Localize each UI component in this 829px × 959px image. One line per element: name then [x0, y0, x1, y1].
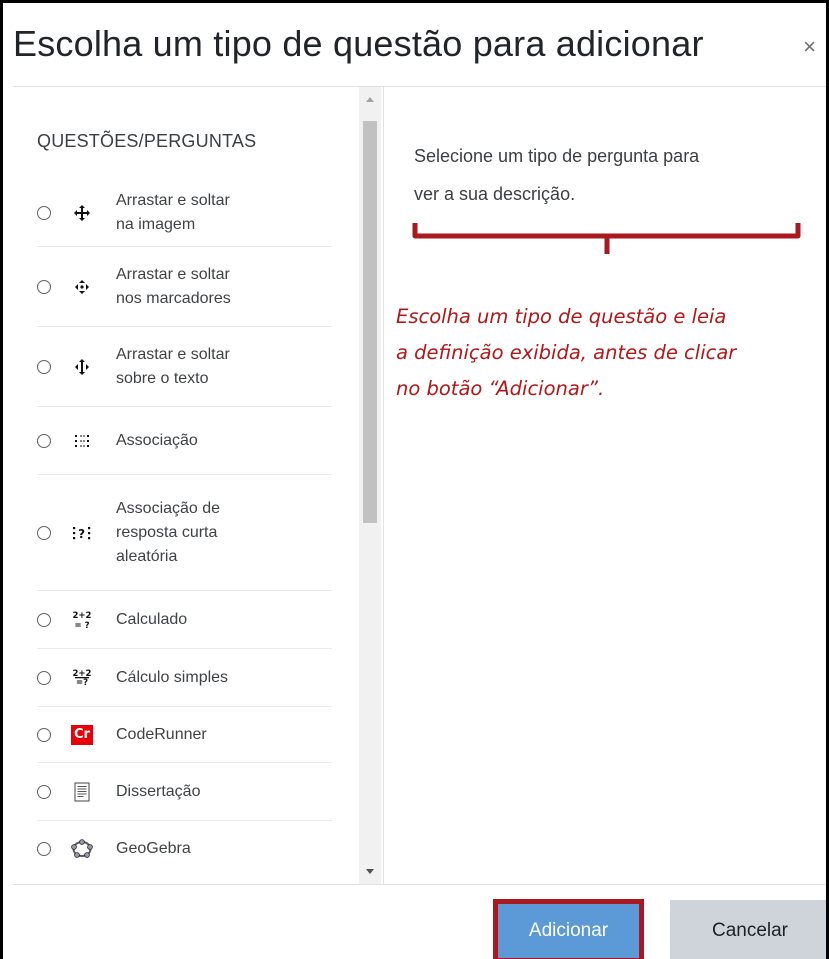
brace-annotation: [412, 223, 801, 254]
svg-text:= ?: = ?: [74, 621, 89, 631]
description-text: Selecione um tipo de pergunta para ver a…: [414, 146, 700, 204]
section-title: QUESTÕES/PERGUNTAS: [37, 131, 257, 151]
svg-text:2+2: 2+2: [73, 611, 92, 621]
radio-button[interactable]: [37, 612, 51, 627]
scrollbar-thumb[interactable]: [363, 121, 377, 523]
drag-drop-markers-icon: [70, 275, 94, 299]
calculated-icon: 2+2 = ?: [70, 608, 94, 632]
option-calculated-simple[interactable]: 2+2 =? Cálculo simples: [37, 649, 332, 707]
option-coderunner[interactable]: Cr CodeRunner: [37, 707, 332, 763]
modal-footer: Adicionar Cancelar: [13, 885, 826, 959]
scroll-down-arrow-icon[interactable]: [366, 869, 374, 874]
option-label: Dissertação: [116, 782, 201, 800]
close-icon[interactable]: ×: [803, 34, 816, 60]
radio-button[interactable]: [37, 784, 51, 799]
option-drag-drop-image[interactable]: Arrastar e soltar na imagem: [37, 179, 332, 247]
matching-icon: [70, 429, 94, 453]
drag-drop-text-icon: [70, 355, 94, 379]
modal-body: QUESTÕES/PERGUNTAS Arrastar e soltar na …: [13, 87, 826, 885]
radio-button[interactable]: [37, 727, 51, 742]
geogebra-icon: [70, 837, 94, 861]
essay-icon: [70, 780, 94, 804]
modal-dialog: Escolha um tipo de questão para adiciona…: [0, 0, 829, 959]
radio-button[interactable]: [37, 433, 51, 448]
option-matching[interactable]: Associação: [37, 407, 332, 475]
coderunner-icon: Cr: [70, 723, 94, 747]
option-random-short-answer-matching[interactable]: ? Associação de resposta curta aleatória: [37, 475, 332, 591]
option-label: Associação de resposta curta aleatória: [116, 499, 221, 565]
scroll-up-arrow-icon[interactable]: [366, 97, 374, 102]
modal-title: Escolha um tipo de questão para adiciona…: [13, 23, 704, 64]
option-label: Calculado: [116, 610, 188, 628]
annotation-text: Escolha um tipo de questão e leia a defi…: [396, 305, 737, 400]
scrollbar[interactable]: [359, 87, 381, 884]
option-drag-drop-text[interactable]: Arrastar e soltar sobre o texto: [37, 327, 332, 407]
option-drag-drop-markers[interactable]: Arrastar e soltar nos marcadores: [37, 247, 332, 327]
option-essay[interactable]: Dissertação: [37, 763, 332, 821]
drag-drop-image-icon: [70, 201, 94, 225]
cancel-button[interactable]: Cancelar: [670, 900, 826, 959]
svg-text:?: ?: [78, 527, 85, 541]
option-label: Arrastar e soltar nos marcadores: [116, 265, 231, 307]
option-label: CodeRunner: [116, 725, 207, 743]
calculated-simple-icon: 2+2 =?: [70, 666, 94, 690]
question-type-list[interactable]: QUESTÕES/PERGUNTAS Arrastar e soltar na …: [25, 87, 383, 884]
random-short-answer-matching-icon: ?: [70, 521, 94, 545]
radio-button[interactable]: [37, 670, 51, 685]
option-label: Cálculo simples: [116, 668, 229, 686]
svg-text:=?: =?: [76, 678, 88, 688]
option-label: Arrastar e soltar na imagem: [116, 191, 230, 233]
radio-button[interactable]: [37, 525, 51, 540]
add-button[interactable]: Adicionar: [494, 900, 643, 959]
option-geogebra[interactable]: GeoGebra: [37, 821, 332, 877]
description-panel: Selecione um tipo de pergunta para ver a…: [383, 87, 826, 884]
option-calculated[interactable]: 2+2 = ? Calculado: [37, 591, 332, 649]
radio-button[interactable]: [37, 842, 51, 856]
option-label: Arrastar e soltar sobre o texto: [116, 345, 230, 387]
option-label: Associação: [116, 431, 198, 449]
modal-header: Escolha um tipo de questão para adiciona…: [13, 11, 826, 87]
radio-button[interactable]: [37, 359, 51, 374]
radio-button[interactable]: [37, 205, 51, 220]
radio-button[interactable]: [37, 279, 51, 294]
option-label: GeoGebra: [116, 840, 191, 857]
